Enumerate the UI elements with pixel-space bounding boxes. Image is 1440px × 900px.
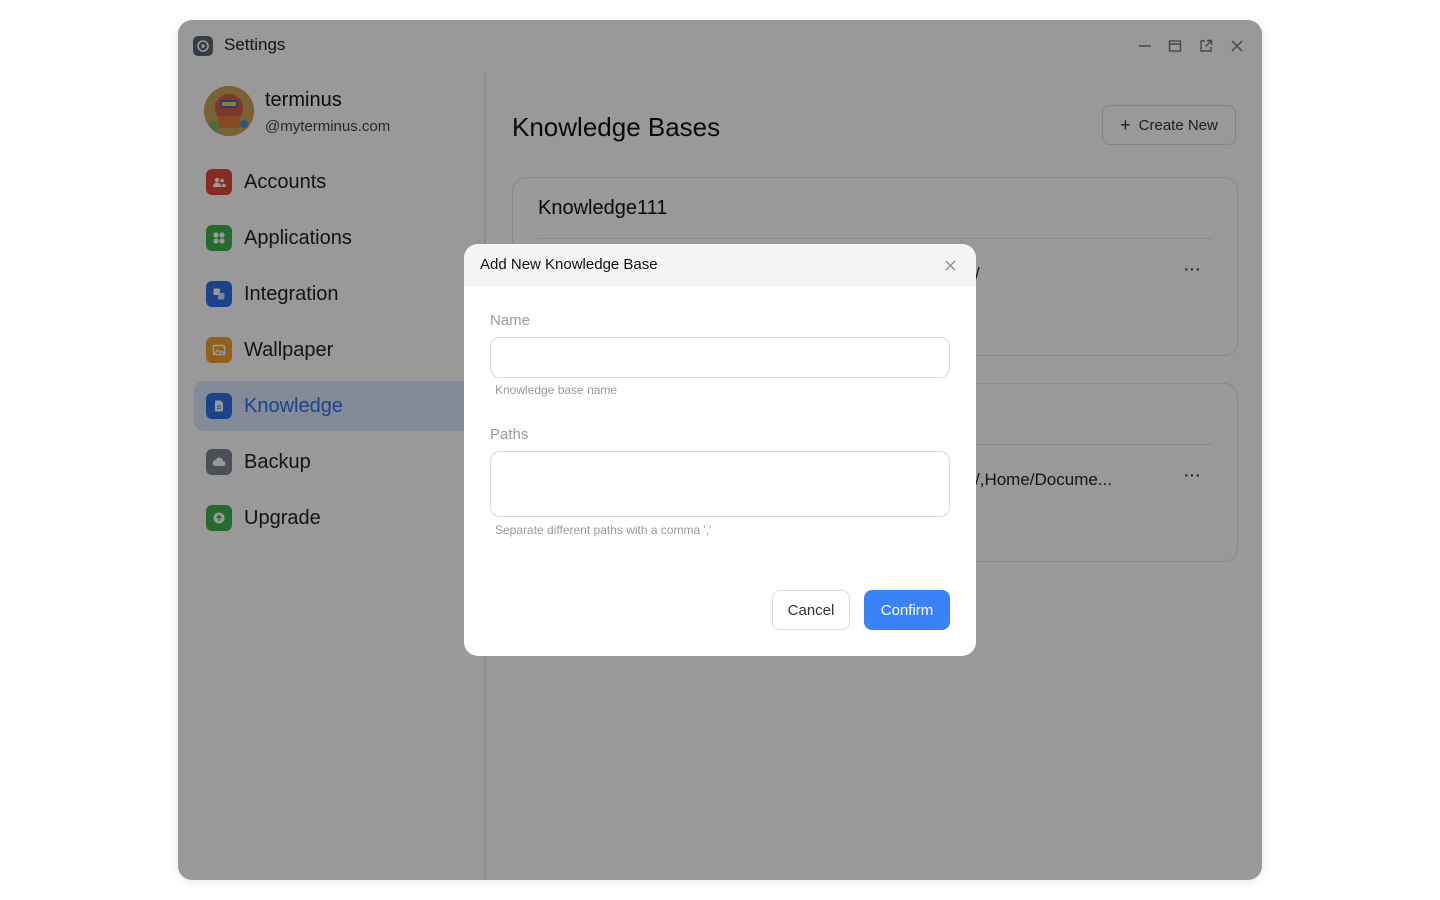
paths-input[interactable] [490,451,950,517]
paths-hint: Separate different paths with a comma ',… [495,523,712,537]
confirm-button[interactable]: Confirm [864,590,950,630]
add-knowledge-base-dialog: Add New Knowledge Base Name Knowledge ba… [464,244,976,656]
name-input[interactable] [490,337,950,378]
dialog-header: Add New Knowledge Base [464,244,976,286]
dialog-title: Add New Knowledge Base [480,256,658,273]
cancel-button[interactable]: Cancel [772,590,850,630]
name-hint: Knowledge base name [495,383,618,397]
name-label: Name [490,312,531,329]
close-icon[interactable] [941,256,959,274]
paths-label: Paths [490,426,529,443]
